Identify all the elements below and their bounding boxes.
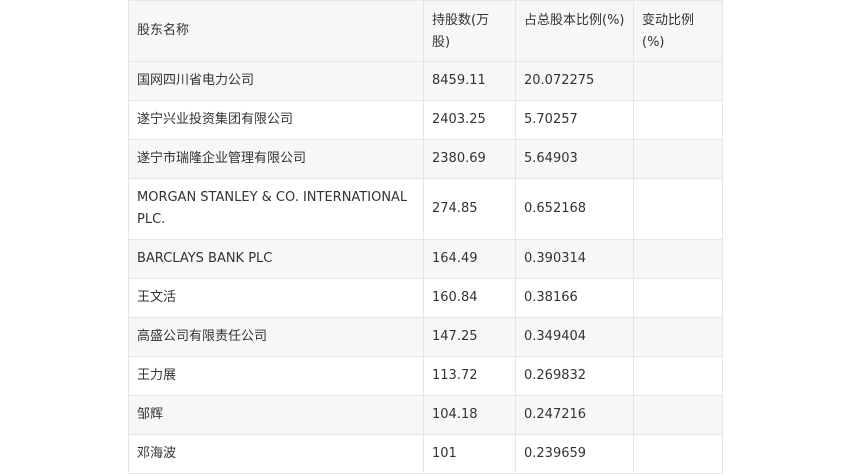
ratio-cell: 0.38166 [515, 278, 634, 318]
ratio-cell: 0.239659 [515, 434, 634, 474]
table-row: 邹辉 104.18 0.247216 [128, 395, 723, 435]
header-ratio: 占总股本比例(%) [515, 0, 634, 62]
change-cell [633, 317, 723, 357]
table-row: 王文活 160.84 0.38166 [128, 278, 723, 318]
change-cell [633, 100, 723, 140]
table-row: 邓海波 101 0.239659 [128, 434, 723, 474]
ratio-cell: 0.652168 [515, 178, 634, 240]
shares-cell: 274.85 [423, 178, 516, 240]
shares-cell: 101 [423, 434, 516, 474]
shareholder-name-cell: 邹辉 [128, 395, 424, 435]
header-change: 变动比例(%) [633, 0, 723, 62]
shareholder-name-cell: 高盛公司有限责任公司 [128, 317, 424, 357]
shareholder-name-cell: 王文活 [128, 278, 424, 318]
change-cell [633, 139, 723, 179]
ratio-cell: 20.072275 [515, 61, 634, 101]
ratio-cell: 5.64903 [515, 139, 634, 179]
ratio-cell: 0.247216 [515, 395, 634, 435]
change-cell [633, 239, 723, 279]
shareholder-name-cell: BARCLAYS BANK PLC [128, 239, 424, 279]
header-shareholder-name: 股东名称 [128, 0, 424, 62]
table-row: 国网四川省电力公司 8459.11 20.072275 [128, 61, 723, 101]
shareholder-name-cell: 王力展 [128, 356, 424, 396]
change-cell [633, 356, 723, 396]
change-cell [633, 395, 723, 435]
change-cell [633, 178, 723, 240]
shares-cell: 164.49 [423, 239, 516, 279]
shares-cell: 2403.25 [423, 100, 516, 140]
shareholder-name-cell: 遂宁市瑞隆企业管理有限公司 [128, 139, 424, 179]
shares-cell: 160.84 [423, 278, 516, 318]
table-row: BARCLAYS BANK PLC 164.49 0.390314 [128, 239, 723, 279]
shareholder-table-container: 股东名称 持股数(万股) 占总股本比例(%) 变动比例(%) 国网四川省电力公司… [128, 0, 723, 474]
ratio-cell: 0.269832 [515, 356, 634, 396]
shares-cell: 113.72 [423, 356, 516, 396]
change-cell [633, 61, 723, 101]
shares-cell: 147.25 [423, 317, 516, 357]
table-body: 国网四川省电力公司 8459.11 20.072275 遂宁兴业投资集团有限公司… [128, 61, 723, 474]
shareholder-name-cell: MORGAN STANLEY & CO. INTERNATIONAL PLC. [128, 178, 424, 240]
ratio-cell: 0.349404 [515, 317, 634, 357]
shareholder-name-cell: 国网四川省电力公司 [128, 61, 424, 101]
shareholder-name-cell: 遂宁兴业投资集团有限公司 [128, 100, 424, 140]
ratio-cell: 5.70257 [515, 100, 634, 140]
header-row: 股东名称 持股数(万股) 占总股本比例(%) 变动比例(%) [128, 0, 723, 62]
table-row: 高盛公司有限责任公司 147.25 0.349404 [128, 317, 723, 357]
table-row: 遂宁市瑞隆企业管理有限公司 2380.69 5.64903 [128, 139, 723, 179]
shares-cell: 104.18 [423, 395, 516, 435]
shareholder-name-cell: 邓海波 [128, 434, 424, 474]
shareholder-table: 股东名称 持股数(万股) 占总股本比例(%) 变动比例(%) 国网四川省电力公司… [128, 0, 723, 474]
table-row: 王力展 113.72 0.269832 [128, 356, 723, 396]
shares-cell: 8459.11 [423, 61, 516, 101]
header-shares: 持股数(万股) [423, 0, 516, 62]
ratio-cell: 0.390314 [515, 239, 634, 279]
change-cell [633, 278, 723, 318]
table-row: MORGAN STANLEY & CO. INTERNATIONAL PLC. … [128, 178, 723, 240]
table-header: 股东名称 持股数(万股) 占总股本比例(%) 变动比例(%) [128, 0, 723, 62]
change-cell [633, 434, 723, 474]
table-row: 遂宁兴业投资集团有限公司 2403.25 5.70257 [128, 100, 723, 140]
shares-cell: 2380.69 [423, 139, 516, 179]
